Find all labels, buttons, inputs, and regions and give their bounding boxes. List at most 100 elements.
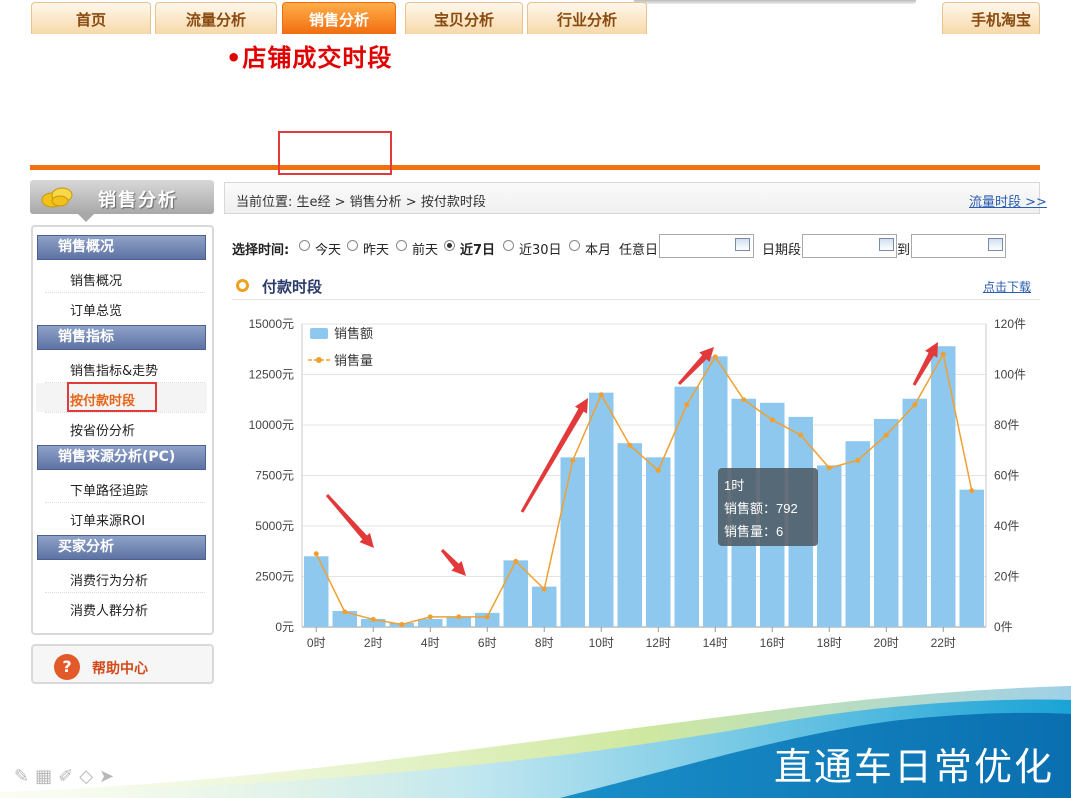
point-sales-quantity [798, 432, 804, 438]
y-left-tick-label: 5000元 [255, 519, 294, 533]
section-title: 付款时段 [262, 278, 323, 296]
slides-icon[interactable]: ▦ [35, 766, 58, 787]
point-sales-quantity [826, 465, 832, 471]
tab-mobile-taobao[interactable]: 手机淘宝 [942, 2, 1040, 34]
tab-industry-analysis[interactable]: 行业分析 [527, 2, 647, 34]
sidebar-item-order-path[interactable]: 下单路径追踪 [70, 480, 148, 499]
x-tick-label: 20时 [874, 636, 899, 650]
breadcrumb: 当前位置: 生e经 > 销售分析 > 按付款时段 [236, 195, 486, 210]
radio-last-7-days[interactable] [444, 240, 455, 251]
x-tick-label: 22时 [931, 636, 956, 650]
bar-sales-amount [417, 618, 443, 627]
point-sales-quantity [712, 354, 718, 360]
bar-sales-amount [873, 418, 899, 627]
bar-sales-amount [303, 556, 329, 627]
radio-last-7-days-label[interactable]: 近7日 [460, 239, 495, 258]
y-left-tick-label: 10000元 [249, 418, 294, 432]
x-tick-label: 8时 [535, 636, 554, 650]
radio-last-30-days[interactable] [503, 240, 514, 251]
point-sales-quantity [769, 417, 775, 423]
tab-sales-analysis[interactable]: 销售分析 [282, 2, 396, 34]
calendar-icon[interactable] [879, 238, 894, 251]
sidebar-item-sales-overview[interactable]: 销售概况 [70, 270, 122, 289]
point-sales-quantity [427, 614, 433, 620]
point-sales-quantity [969, 488, 975, 494]
point-sales-quantity [541, 586, 547, 592]
slide-title: •店铺成交时段 [226, 44, 393, 72]
x-tick-label: 4时 [421, 636, 440, 650]
banner-text: 直通车日常优化 [774, 745, 1055, 789]
pointer-icon[interactable]: ➤ [99, 766, 120, 787]
highlighter-icon[interactable]: ✐ [58, 766, 79, 787]
sidebar-group-sales-source[interactable]: 销售来源分析(PC) [37, 445, 206, 470]
sidebar-group-buyer-analysis[interactable]: 买家分析 [37, 535, 206, 560]
bar-sales-amount [816, 465, 842, 627]
radio-this-month-label[interactable]: 本月 [585, 239, 611, 258]
sidebar-header-notch [78, 214, 94, 222]
y-right-tick-label: 40件 [994, 519, 1019, 533]
y-right-tick-label: 60件 [994, 469, 1019, 483]
presentation-toolbar[interactable]: ✎▦✐◇➤ [14, 766, 120, 787]
point-sales-quantity [627, 442, 633, 448]
annotation-highlight-tab [278, 131, 392, 175]
legend-label-sales-quantity: 销售量 [334, 353, 373, 368]
sidebar-item-order-overview[interactable]: 订单总览 [70, 300, 122, 319]
x-tick-label: 18时 [817, 636, 842, 650]
radio-this-month[interactable] [569, 240, 580, 251]
bar-sales-amount [902, 398, 928, 627]
radio-yesterday-label[interactable]: 昨天 [363, 239, 389, 258]
radio-yesterday[interactable] [347, 240, 358, 251]
divider [45, 502, 205, 503]
sidebar-item-consumer-group[interactable]: 消费人群分析 [70, 600, 148, 619]
point-sales-quantity [912, 402, 918, 408]
divider [45, 412, 205, 413]
radio-today[interactable] [299, 240, 310, 251]
tab-traffic-analysis[interactable]: 流量分析 [155, 2, 277, 34]
radio-today-label[interactable]: 今天 [315, 239, 341, 258]
legend-swatch-sales-amount [310, 328, 328, 339]
annotation-arrow [325, 494, 374, 548]
calendar-icon[interactable] [988, 238, 1003, 251]
x-tick-label: 0时 [307, 636, 326, 650]
radio-day-before[interactable] [396, 240, 407, 251]
point-sales-quantity [313, 551, 319, 557]
y-left-tick-label: 15000元 [249, 317, 294, 331]
x-tick-label: 6时 [478, 636, 497, 650]
eraser-icon[interactable]: ◇ [79, 766, 99, 787]
point-sales-quantity [570, 457, 576, 463]
tab-home[interactable]: 首页 [31, 2, 151, 34]
calendar-icon[interactable] [735, 238, 750, 251]
point-sales-quantity [940, 351, 946, 357]
sidebar-item-order-source-roi[interactable]: 订单来源ROI [70, 510, 145, 529]
sidebar-item-province-analysis[interactable]: 按省份分析 [70, 420, 135, 439]
time-filter-label: 选择时间: [232, 243, 290, 258]
bar-sales-amount [845, 441, 871, 627]
line-sales-quantity [315, 352, 973, 626]
y-left-tick-label: 0元 [275, 620, 294, 634]
top-edge-shadow [634, 0, 916, 4]
x-tick-label: 12时 [646, 636, 671, 650]
point-sales-quantity [741, 397, 747, 403]
point-sales-quantity [655, 467, 661, 473]
y-right-tick-label: 80件 [994, 418, 1019, 432]
radio-last-30-days-label[interactable]: 近30日 [519, 239, 562, 258]
y-left-tick-label: 12500元 [249, 368, 294, 382]
tab-item-analysis[interactable]: 宝贝分析 [405, 2, 523, 34]
bar-sales-amount [617, 443, 643, 627]
point-sales-quantity [399, 621, 405, 627]
sidebar-group-sales-overview[interactable]: 销售概况 [37, 235, 206, 260]
point-sales-quantity [370, 616, 376, 622]
tooltip-title: 1时 [724, 478, 744, 493]
traffic-period-link[interactable]: 流量时段 >> [969, 191, 1047, 210]
radio-day-before-label[interactable]: 前天 [412, 239, 438, 258]
download-link[interactable]: 点击下载 [983, 278, 1031, 295]
any-day-label: 任意日 [619, 243, 659, 258]
sidebar-group-sales-metrics[interactable]: 销售指标 [37, 325, 206, 350]
tab-underline [30, 165, 1040, 170]
pen-icon[interactable]: ✎ [14, 766, 35, 787]
sidebar-item-consumer-behavior[interactable]: 消费行为分析 [70, 570, 148, 589]
y-right-tick-label: 120件 [994, 317, 1026, 331]
legend-dot-sales-quantity [316, 357, 322, 363]
sidebar-item-metrics-trend[interactable]: 销售指标&走势 [70, 360, 158, 379]
bar-sales-amount [560, 457, 586, 627]
